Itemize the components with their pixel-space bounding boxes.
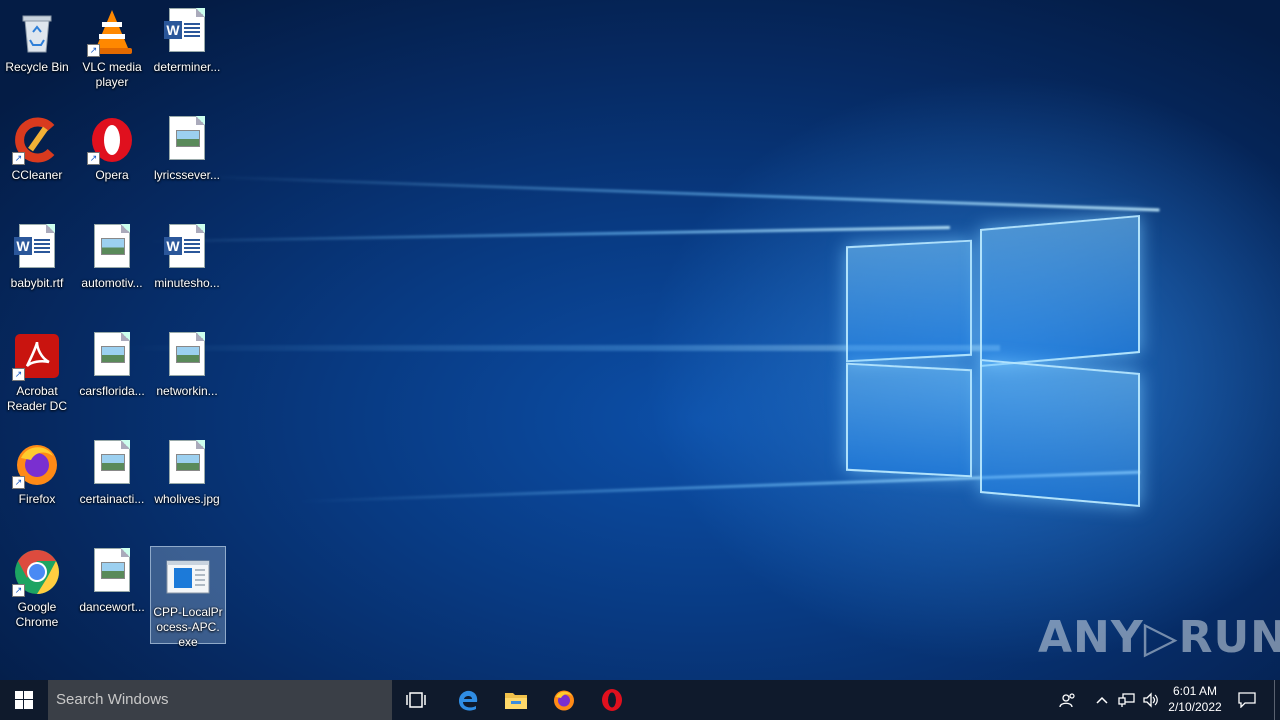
people-button[interactable] <box>1054 680 1082 720</box>
desktop-icon-certainacti[interactable]: certainacti... <box>75 434 149 507</box>
windows-logo-pane <box>980 215 1140 367</box>
desktop-icon-automotiv[interactable]: automotiv... <box>75 218 149 291</box>
wallpaper-beam <box>199 175 1160 212</box>
volume-button[interactable] <box>1140 680 1162 720</box>
icon-label: automotiv... <box>81 276 143 290</box>
desktop-wallpaper: Recycle Bin ↗ CCleaner W babybit.rtf ↗ A… <box>0 0 1280 680</box>
image-file-icon <box>88 440 136 488</box>
exe-window-icon <box>164 553 212 601</box>
clock-time: 6:01 AM <box>1172 684 1218 698</box>
vlc-icon: ↗ <box>87 8 136 57</box>
shortcut-arrow-icon: ↗ <box>87 44 100 57</box>
word-doc-icon: W <box>163 224 211 272</box>
show-desktop-divider[interactable] <box>1274 680 1275 720</box>
icon-label: certainacti... <box>79 492 145 506</box>
chevron-up-icon <box>1096 696 1108 704</box>
speaker-icon <box>1143 692 1158 708</box>
desktop-icon-wholives[interactable]: wholives.jpg <box>150 434 224 507</box>
desktop-icon-ccleaner[interactable]: ↗ CCleaner <box>0 110 74 183</box>
image-file-icon <box>163 332 211 380</box>
anyrun-watermark: ANY▷RUN <box>1038 612 1280 663</box>
shortcut-arrow-icon: ↗ <box>87 152 100 165</box>
windows-logo-pane <box>846 362 972 478</box>
windows-logo-pane <box>980 359 1140 507</box>
file-explorer-icon <box>505 693 527 709</box>
icon-label: minutesho... <box>154 276 220 290</box>
shortcut-arrow-icon: ↗ <box>12 152 25 165</box>
icon-label: wholives.jpg <box>154 492 220 506</box>
desktop-icon-networkin[interactable]: networkin... <box>150 326 224 399</box>
icon-label: determiner... <box>153 60 221 74</box>
search-box[interactable]: Search Windows <box>48 680 392 720</box>
desktop-icon-chrome[interactable]: ↗ Google Chrome <box>0 542 74 630</box>
shortcut-arrow-icon: ↗ <box>12 476 25 489</box>
edge-taskbar-button[interactable] <box>446 680 490 720</box>
opera-icon: ↗ <box>87 116 136 165</box>
wallpaper-beam <box>149 226 950 243</box>
firefox-icon: ↗ <box>12 440 61 489</box>
firefox-taskbar-button[interactable] <box>542 680 586 720</box>
network-button[interactable] <box>1116 680 1138 720</box>
windows-logo-pane <box>846 239 972 363</box>
image-file-icon <box>163 116 211 164</box>
icon-label: CCleaner <box>11 168 63 182</box>
icon-label: Google Chrome <box>15 600 59 629</box>
icon-label: Opera <box>95 168 129 182</box>
shortcut-arrow-icon: ↗ <box>12 368 25 381</box>
firefox-icon <box>554 690 574 711</box>
ccleaner-icon: ↗ <box>12 116 61 165</box>
word-doc-icon: W <box>163 8 211 56</box>
shortcut-arrow-icon: ↗ <box>12 584 25 597</box>
search-placeholder: Search Windows <box>56 691 169 708</box>
clock-date: 2/10/2022 <box>1168 700 1222 714</box>
acrobat-icon: ↗ <box>12 332 61 381</box>
desktop-icon-lyricssever[interactable]: lyricssever... <box>150 110 224 183</box>
edge-icon <box>459 690 478 711</box>
desktop-icon-acrobat[interactable]: ↗ Acrobat Reader DC <box>0 326 74 414</box>
start-button[interactable] <box>0 680 48 720</box>
people-icon <box>1059 693 1075 708</box>
image-file-icon <box>88 548 136 596</box>
desktop-icon-dancewort[interactable]: dancewort... <box>75 542 149 615</box>
taskbar: Search Windows 6:01 AM 2/10/2022 <box>0 680 1280 720</box>
word-doc-icon: W <box>13 224 61 272</box>
opera-icon <box>602 689 622 711</box>
icon-label: CPP-LocalProcess-APC.exe <box>153 605 223 649</box>
icon-label: carsflorida... <box>79 384 145 398</box>
chrome-icon: ↗ <box>12 548 61 597</box>
desktop-icon-determiner[interactable]: W determiner... <box>150 2 224 75</box>
action-center-button[interactable] <box>1232 680 1262 720</box>
icon-label: Recycle Bin <box>5 60 69 74</box>
file-explorer-taskbar-button[interactable] <box>494 680 538 720</box>
icon-label: lyricssever... <box>153 168 220 182</box>
desktop-icon-babybit[interactable]: W babybit.rtf <box>0 218 74 291</box>
image-file-icon <box>88 224 136 272</box>
image-file-icon <box>163 440 211 488</box>
desktop-icon-minutesho[interactable]: W minutesho... <box>150 218 224 291</box>
icon-label: networkin... <box>156 384 218 398</box>
desktop-icon-vlc[interactable]: ↗ VLC media player <box>75 2 149 90</box>
icon-label: Acrobat Reader DC <box>6 384 68 413</box>
notification-icon <box>1238 692 1256 708</box>
opera-taskbar-button[interactable] <box>590 680 634 720</box>
windows-logo-icon <box>15 691 33 709</box>
desktop-icon-cpp-localprocess-apc[interactable]: CPP-LocalProcess-APC.exe <box>150 546 226 649</box>
icon-label: VLC media player <box>82 60 142 89</box>
taskbar-clock[interactable]: 6:01 AM 2/10/2022 <box>1160 683 1230 715</box>
desktop-icon-opera[interactable]: ↗ Opera <box>75 110 149 183</box>
recycle-bin-icon <box>13 8 61 56</box>
desktop-icon-recycle-bin[interactable]: Recycle Bin <box>0 2 74 75</box>
network-icon <box>1118 693 1135 707</box>
desktop-icon-carsflorida[interactable]: carsflorida... <box>75 326 149 399</box>
task-view-button[interactable] <box>396 680 436 720</box>
desktop-icon-firefox[interactable]: ↗ Firefox <box>0 434 74 507</box>
task-view-icon <box>406 692 426 708</box>
icon-label: dancewort... <box>79 600 145 614</box>
show-hidden-icons-button[interactable] <box>1092 680 1112 720</box>
image-file-icon <box>88 332 136 380</box>
icon-label: babybit.rtf <box>10 276 64 290</box>
icon-label: Firefox <box>18 492 56 506</box>
